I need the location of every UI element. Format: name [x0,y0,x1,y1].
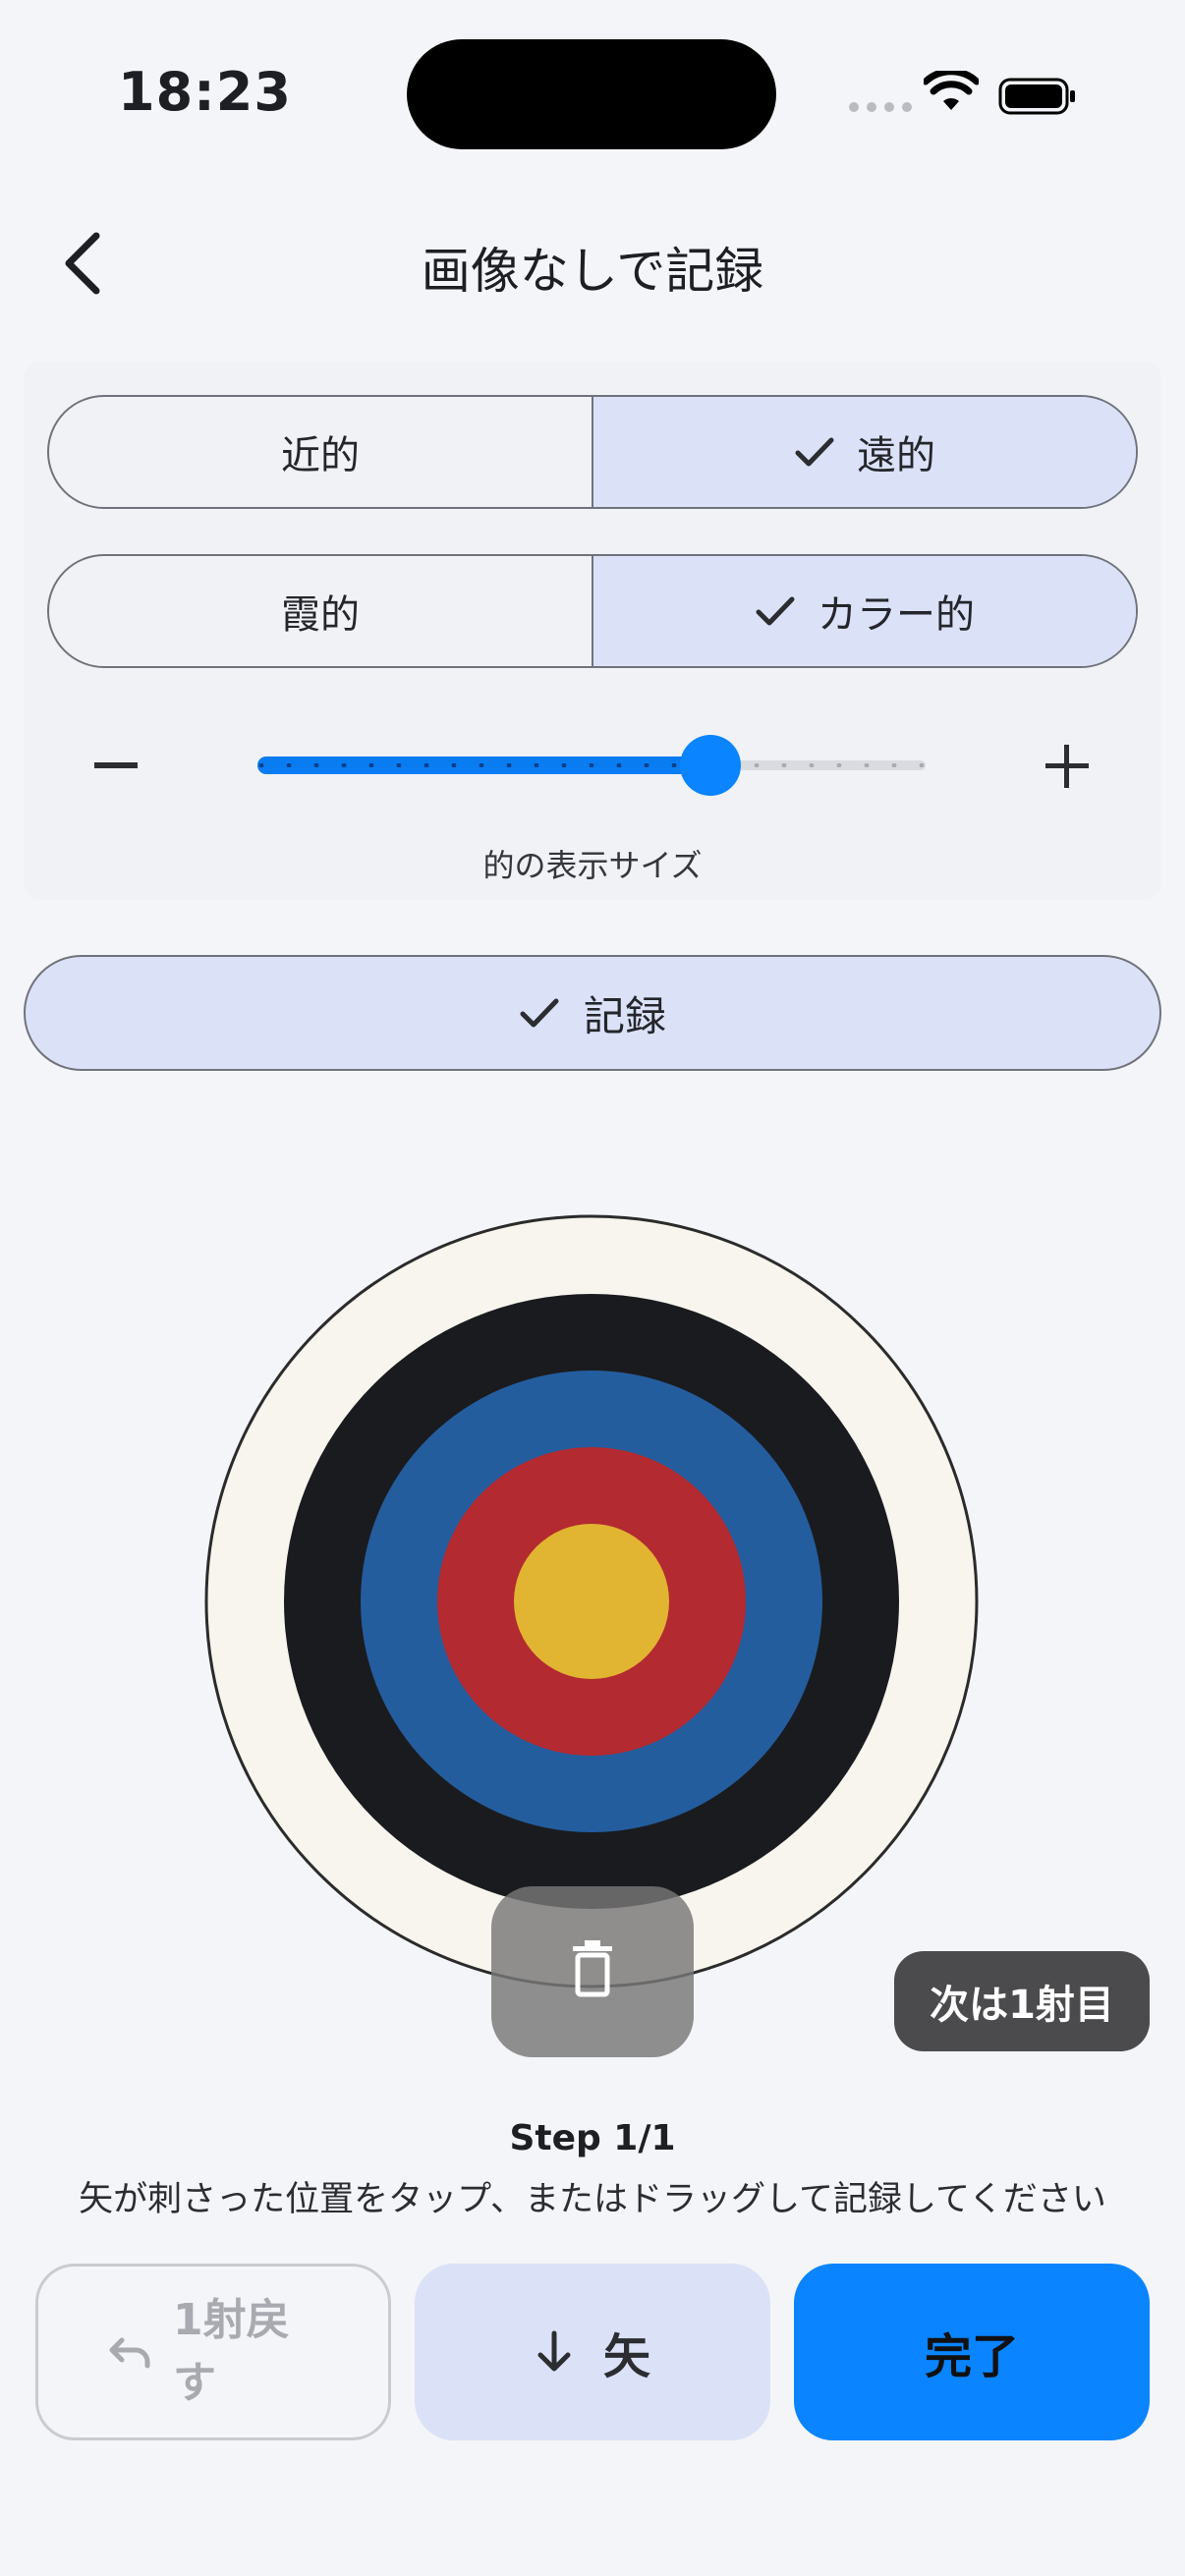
done-button[interactable]: 完了 [794,2264,1150,2440]
undo-shot-button[interactable]: 1射戻す [35,2264,391,2440]
step-indicator: Step 1/1 [509,2118,676,2158]
target-type-segmented-control: 霞的 カラー的 [47,554,1138,668]
battery-icon [998,78,1075,115]
record-toggle-button[interactable]: 記録 [24,955,1161,1071]
next-shot-badge: 次は1射目 [894,1951,1150,2051]
checkmark-icon [520,998,559,1028]
segment-label: カラー的 [818,592,975,638]
segment-label: 遠的 [857,433,935,478]
undo-label: 1射戻す [173,2295,290,2408]
segment-label: 近的 [281,433,360,478]
increase-size-button[interactable] [1045,745,1089,788]
segment-kasumi[interactable]: 霞的 [49,556,592,666]
decrease-size-button[interactable] [94,762,138,768]
trash-icon [573,1940,612,1997]
size-slider-label: 的の表示サイズ [482,847,703,884]
segment-color-target[interactable]: カラー的 [592,556,1136,666]
arrow-button[interactable]: 矢 [415,2264,770,2440]
size-slider-thumb[interactable] [680,735,741,796]
distance-segmented-control: 近的 遠的 [47,395,1138,509]
done-label: 完了 [924,2329,1019,2384]
step-instruction: 矢が刺さった位置をタップ、またはドラッグして記録してください [79,2180,1106,2219]
undo-icon [109,2337,150,2369]
segment-near[interactable]: 近的 [49,397,592,507]
slider-tick-marks [258,763,925,767]
arrow-label: 矢 [602,2329,650,2384]
down-arrow-icon [537,2330,571,2372]
checkmark-icon [756,596,795,626]
dynamic-island [407,39,776,149]
segment-label: 霞的 [281,592,360,638]
wifi-icon [924,71,979,110]
archery-target[interactable] [204,1214,979,1988]
delete-button[interactable] [491,1886,694,2057]
checkmark-icon [795,437,834,467]
record-label: 記録 [583,991,666,1040]
target-center-gold [514,1524,669,1679]
status-time: 18:23 [118,61,292,123]
page-title: 画像なしで記録 [421,243,764,300]
cellular-signal-icon [849,102,912,112]
segment-far[interactable]: 遠的 [592,397,1136,507]
